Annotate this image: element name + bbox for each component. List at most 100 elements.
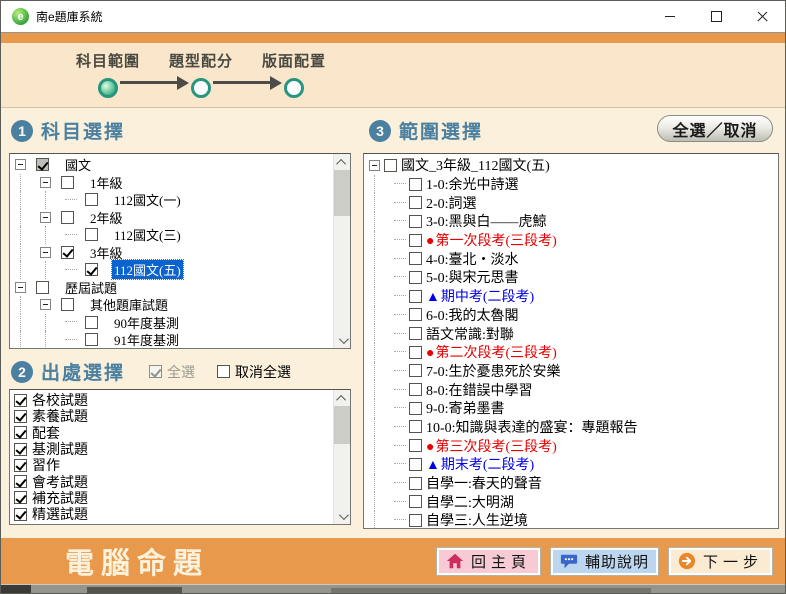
- tree-item[interactable]: 1年級: [11, 173, 332, 192]
- tree-item-label[interactable]: 9-0:寄弟墨書: [426, 398, 505, 418]
- tree-item-label[interactable]: 1-0:余光中詩選: [426, 174, 519, 194]
- tree-item-label[interactable]: ●第三次段考(三段考): [426, 436, 557, 456]
- tree-item-label[interactable]: 112國文(五): [111, 259, 184, 281]
- scrollbar[interactable]: [333, 154, 350, 348]
- tree-item-label[interactable]: 7-0:生於憂患死於安樂: [426, 361, 561, 381]
- tree-item-label[interactable]: 3-0:黑與白——虎鯨: [426, 211, 547, 231]
- tree-item-label[interactable]: 自學三:人生逆境: [426, 510, 528, 528]
- tree-checkbox[interactable]: [409, 439, 422, 453]
- tree-item[interactable]: 國文_3年級_112國文(五): [365, 156, 777, 175]
- tree-checkbox[interactable]: [61, 298, 74, 312]
- tree-item-label[interactable]: 91年度基測: [114, 330, 179, 348]
- tree-checkbox[interactable]: [409, 345, 422, 359]
- tree-checkbox[interactable]: [36, 280, 49, 294]
- tree-item-label[interactable]: ●第一次段考(三段考): [426, 230, 557, 250]
- list-item-checkbox[interactable]: [14, 507, 27, 521]
- tree-item-label[interactable]: ▲期中考(二段考): [426, 286, 534, 306]
- list-item[interactable]: 精選試題: [11, 506, 332, 523]
- tree-item-label[interactable]: 語文常識:對聯: [426, 324, 514, 344]
- scrollbar-thumb[interactable]: [334, 170, 350, 216]
- tree-item[interactable]: 語文常識:對聯: [365, 324, 777, 343]
- tree-checkbox[interactable]: [409, 214, 422, 228]
- tree-item[interactable]: 91年度基測: [11, 331, 332, 348]
- scroll-up-button[interactable]: [334, 390, 350, 406]
- tree-item-label[interactable]: ▲期末考(二段考): [426, 454, 534, 474]
- tree-item[interactable]: 自學一:春天的聲音: [365, 473, 777, 493]
- tree-checkbox[interactable]: [61, 245, 74, 259]
- tree-item-label[interactable]: 國文_3年級_112國文(五): [401, 155, 550, 175]
- tree-expander-icon[interactable]: [369, 159, 380, 171]
- tree-item[interactable]: 自學二:大明湖: [365, 492, 777, 512]
- tree-item[interactable]: 自學三:人生逆境: [365, 511, 777, 528]
- tree-checkbox[interactable]: [409, 289, 422, 303]
- list-item-checkbox[interactable]: [14, 475, 27, 489]
- tree-item[interactable]: 1-0:余光中詩選: [365, 174, 777, 194]
- tree-item-label[interactable]: 歷屆試題: [65, 278, 117, 297]
- tree-checkbox[interactable]: [61, 210, 74, 224]
- tree-item-label[interactable]: 10-0:知識與表達的盛宴：專題報告: [426, 417, 638, 437]
- tree-item[interactable]: ▲期中考(二段考): [365, 286, 777, 306]
- tree-checkbox[interactable]: [85, 333, 98, 347]
- tree-item[interactable]: 112國文(三): [11, 226, 332, 244]
- tree-checkbox[interactable]: [409, 364, 422, 378]
- deselect-all-option[interactable]: 取消全選: [217, 362, 291, 382]
- tree-expander-icon[interactable]: [40, 246, 51, 258]
- next-step-button[interactable]: 下一步: [667, 546, 773, 576]
- tree-item[interactable]: 6-0:我的太魯閣: [365, 305, 777, 325]
- tree-checkbox[interactable]: [409, 196, 422, 210]
- select-all-option[interactable]: 全選: [149, 362, 195, 382]
- tree-checkbox[interactable]: [85, 193, 98, 207]
- list-item-checkbox[interactable]: [14, 409, 27, 423]
- scroll-down-button[interactable]: [334, 332, 350, 348]
- tree-item[interactable]: 其他題庫試題: [11, 296, 332, 314]
- tree-checkbox[interactable]: [85, 263, 98, 277]
- tree-checkbox[interactable]: [409, 308, 422, 322]
- select-all-checkbox[interactable]: [149, 365, 163, 378]
- tree-item-label[interactable]: 90年度基測: [114, 313, 179, 332]
- scroll-up-button[interactable]: [334, 154, 350, 170]
- tree-item-label[interactable]: 國文: [65, 155, 91, 174]
- tree-item-label[interactable]: 1年級: [90, 173, 123, 192]
- tree-checkbox[interactable]: [409, 513, 422, 527]
- tree-item-label[interactable]: 其他題庫試題: [90, 295, 168, 314]
- tree-item[interactable]: 8-0:在錯誤中學習: [365, 380, 777, 399]
- tree-item-label[interactable]: 8-0:在錯誤中學習: [426, 380, 533, 400]
- tree-checkbox[interactable]: [409, 401, 422, 415]
- tree-checkbox[interactable]: [409, 476, 422, 490]
- tree-expander-icon[interactable]: [15, 159, 26, 171]
- tree-checkbox[interactable]: [85, 315, 98, 329]
- list-item-checkbox[interactable]: [14, 491, 27, 505]
- tree-expander-icon[interactable]: [40, 176, 51, 188]
- tree-item-label[interactable]: 2年級: [90, 208, 123, 227]
- tree-item-label[interactable]: 5-0:與宋元思書: [426, 267, 519, 287]
- tree-item[interactable]: 3-0:黑與白——虎鯨: [365, 212, 777, 231]
- scrollbar-thumb[interactable]: [334, 406, 350, 444]
- tree-item[interactable]: 9-0:寄弟墨書: [365, 398, 777, 418]
- scroll-down-button[interactable]: [334, 508, 350, 524]
- deselect-all-checkbox[interactable]: [217, 365, 231, 378]
- tree-checkbox[interactable]: [61, 175, 74, 189]
- tree-item[interactable]: 3年級: [11, 243, 332, 261]
- tree-item[interactable]: 5-0:與宋元思書: [365, 268, 777, 287]
- tree-checkbox[interactable]: [85, 228, 98, 242]
- tree-checkbox[interactable]: [409, 177, 422, 191]
- tree-expander-icon[interactable]: [40, 299, 51, 311]
- tree-item[interactable]: 歷屆試題: [11, 279, 332, 297]
- tree-checkbox[interactable]: [409, 383, 422, 397]
- tree-item[interactable]: 2年級: [11, 208, 332, 227]
- tree-item-label[interactable]: 2-0:詞選: [426, 193, 477, 213]
- tree-checkbox[interactable]: [36, 158, 49, 172]
- tree-checkbox[interactable]: [409, 270, 422, 284]
- tree-expander-icon[interactable]: [40, 211, 51, 223]
- minimize-button[interactable]: [647, 1, 693, 32]
- list-item-checkbox[interactable]: [14, 442, 27, 456]
- tree-item[interactable]: 7-0:生於憂患死於安樂: [365, 361, 777, 381]
- close-button[interactable]: [739, 1, 785, 32]
- scrollbar-track[interactable]: [334, 406, 350, 508]
- tree-checkbox[interactable]: [409, 495, 422, 509]
- home-button[interactable]: 回主頁: [435, 546, 541, 576]
- tree-checkbox[interactable]: [409, 233, 422, 247]
- tree-checkbox[interactable]: [409, 457, 422, 471]
- tree-item[interactable]: ●第一次段考(三段考): [365, 230, 777, 250]
- tree-item[interactable]: 90年度基測: [11, 313, 332, 332]
